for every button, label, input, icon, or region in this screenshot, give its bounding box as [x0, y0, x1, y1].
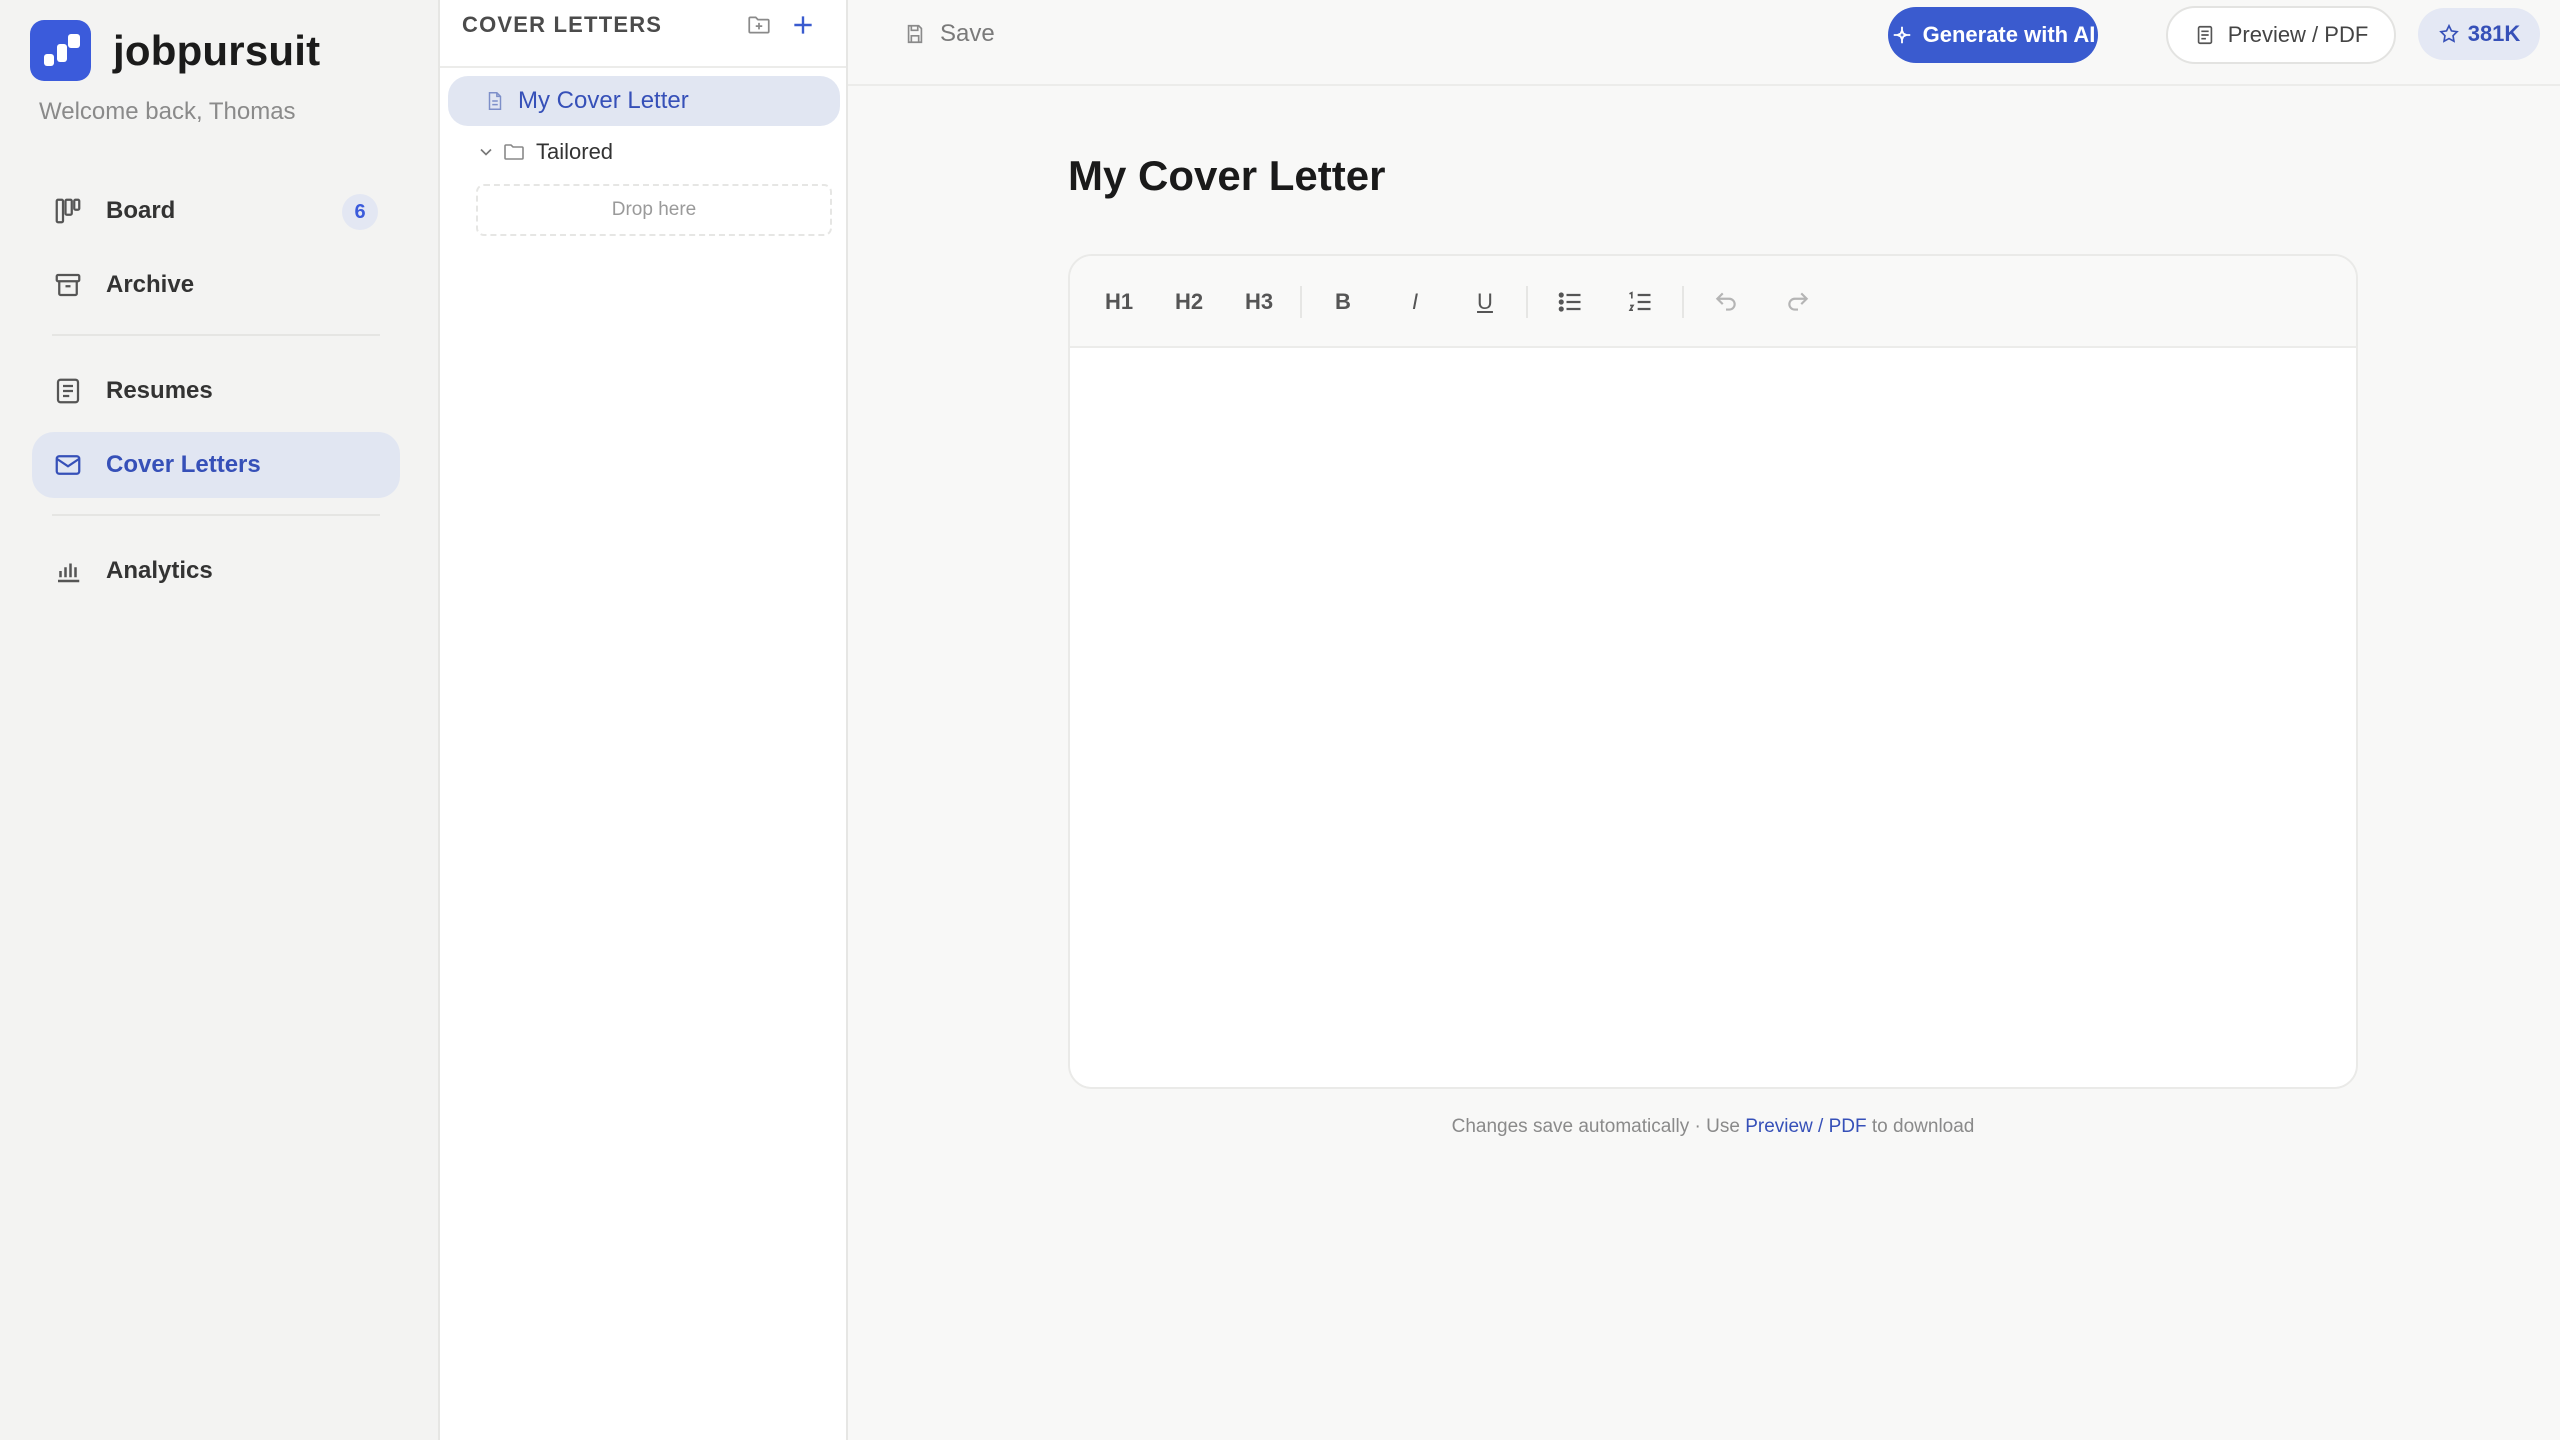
- generate-with-ai-button[interactable]: Generate with AI: [1888, 7, 2098, 63]
- undo-icon: [1715, 292, 1736, 311]
- plus-icon: [794, 16, 812, 34]
- save-icon: [907, 24, 923, 44]
- sidebar-item-analytics[interactable]: Analytics: [32, 538, 400, 604]
- italic-button[interactable]: I: [1396, 280, 1434, 324]
- toolbar-divider: [1526, 286, 1528, 318]
- divider: [52, 514, 380, 516]
- underline-button[interactable]: U: [1466, 280, 1504, 324]
- toolbar-divider: [1300, 286, 1302, 318]
- preview-pdf-link[interactable]: Preview / PDF: [1745, 1116, 1866, 1137]
- app-name: jobpursuit: [113, 26, 321, 74]
- new-cover-letter-button[interactable]: [788, 10, 818, 40]
- sidebar-item-label: Archive: [106, 271, 195, 298]
- folder-item-label: Tailored: [536, 139, 614, 164]
- new-folder-button[interactable]: [744, 10, 774, 40]
- explorer-title: COVER LETTERS: [462, 12, 663, 37]
- archive-icon: [52, 269, 84, 301]
- github-stars-button[interactable]: 381K: [2418, 8, 2540, 60]
- sidebar-nav: Board 6 Archive Resumes Cover Letters An…: [32, 178, 400, 612]
- toolbar-divider: [1682, 286, 1684, 318]
- autosave-prefix: Changes save automatically · Use: [1451, 1116, 1746, 1137]
- heading-1-button[interactable]: H1: [1100, 280, 1138, 324]
- kanban-icon: [52, 195, 84, 227]
- undo-button[interactable]: [1704, 280, 1748, 324]
- mail-icon: [52, 449, 84, 481]
- folder-icon: [504, 144, 524, 160]
- autosave-suffix: to download: [1866, 1116, 1975, 1137]
- rich-text-editor: H1 H2 H3 B I U: [1068, 254, 2358, 1089]
- save-label: Save: [940, 20, 995, 47]
- sidebar-item-resumes[interactable]: Resumes: [32, 358, 400, 424]
- top-bar: Save Generate with AI Preview / PDF 381K: [848, 0, 2560, 86]
- sparkle-icon: [1893, 26, 1910, 44]
- brand[interactable]: jobpursuit: [30, 20, 320, 81]
- save-button[interactable]: Save: [904, 14, 995, 54]
- heading-2-button[interactable]: H2: [1170, 280, 1208, 324]
- heading-3-button[interactable]: H3: [1240, 280, 1278, 324]
- drop-zone[interactable]: Drop here: [476, 184, 832, 236]
- sidebar-item-board[interactable]: Board 6: [32, 178, 400, 244]
- preview-label: Preview / PDF: [2227, 22, 2369, 47]
- sidebar-item-label: Resumes: [106, 377, 213, 404]
- sidebar: jobpursuit Welcome back, Thomas Board 6 …: [0, 0, 440, 1440]
- explorer-header: COVER LETTERS: [440, 0, 846, 68]
- bullet-list-button[interactable]: [1548, 280, 1592, 324]
- sidebar-item-archive[interactable]: Archive: [32, 252, 400, 318]
- editor-content-area[interactable]: [1070, 348, 2356, 1087]
- file-icon: [488, 92, 502, 110]
- stars-count: 381K: [2467, 21, 2521, 46]
- sidebar-item-label: Board: [106, 197, 176, 224]
- document-title[interactable]: My Cover Letter: [1068, 152, 1385, 200]
- autosave-note: Changes save automatically · Use Preview…: [1068, 1116, 2358, 1138]
- divider: [52, 334, 380, 336]
- sidebar-item-label: Analytics: [106, 557, 213, 584]
- numbered-list-icon: [1628, 291, 1651, 311]
- sidebar-item-label: Cover Letters: [106, 451, 261, 478]
- redo-icon: [1788, 292, 1809, 311]
- document-icon: [52, 375, 84, 407]
- count-badge: 6: [342, 194, 378, 230]
- sidebar-item-cover-letters[interactable]: Cover Letters: [32, 432, 400, 498]
- file-item-my-cover-letter[interactable]: My Cover Letter: [448, 76, 840, 126]
- file-explorer: COVER LETTERS My Cover Letter Tailored D…: [440, 0, 848, 1440]
- document-icon: [2197, 25, 2212, 45]
- numbered-list-button[interactable]: [1618, 280, 1662, 324]
- redo-button[interactable]: [1776, 280, 1820, 324]
- folder-plus-icon: [748, 16, 770, 34]
- logo-icon: [30, 20, 91, 81]
- welcome-message: Welcome back, Thomas: [39, 98, 296, 125]
- folder-item-tailored[interactable]: Tailored: [448, 130, 840, 174]
- bullet-list-icon: [1558, 292, 1581, 312]
- bar-chart-icon: [52, 555, 84, 587]
- chevron-down-icon: [480, 148, 492, 156]
- star-icon: [2438, 23, 2459, 43]
- file-item-label: My Cover Letter: [518, 87, 689, 114]
- generate-label: Generate with AI: [1922, 22, 2096, 47]
- editor-toolbar: H1 H2 H3 B I U: [1070, 256, 2356, 348]
- preview-pdf-button[interactable]: Preview / PDF: [2166, 6, 2396, 64]
- bold-button[interactable]: B: [1324, 280, 1362, 324]
